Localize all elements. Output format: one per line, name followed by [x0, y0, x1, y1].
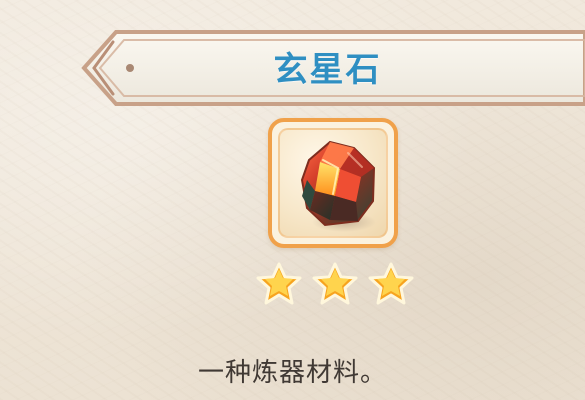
star-icon [312, 262, 358, 305]
rarity-stars [255, 262, 415, 307]
red-crystal-ore-icon [300, 140, 376, 232]
banner-frame-icon [81, 30, 585, 106]
star-icon [256, 262, 302, 305]
item-card[interactable] [268, 118, 398, 248]
star-icon [368, 262, 414, 305]
item-description: 一种炼器材料。 [197, 358, 387, 388]
item-title-banner: 玄星石 [70, 24, 585, 112]
